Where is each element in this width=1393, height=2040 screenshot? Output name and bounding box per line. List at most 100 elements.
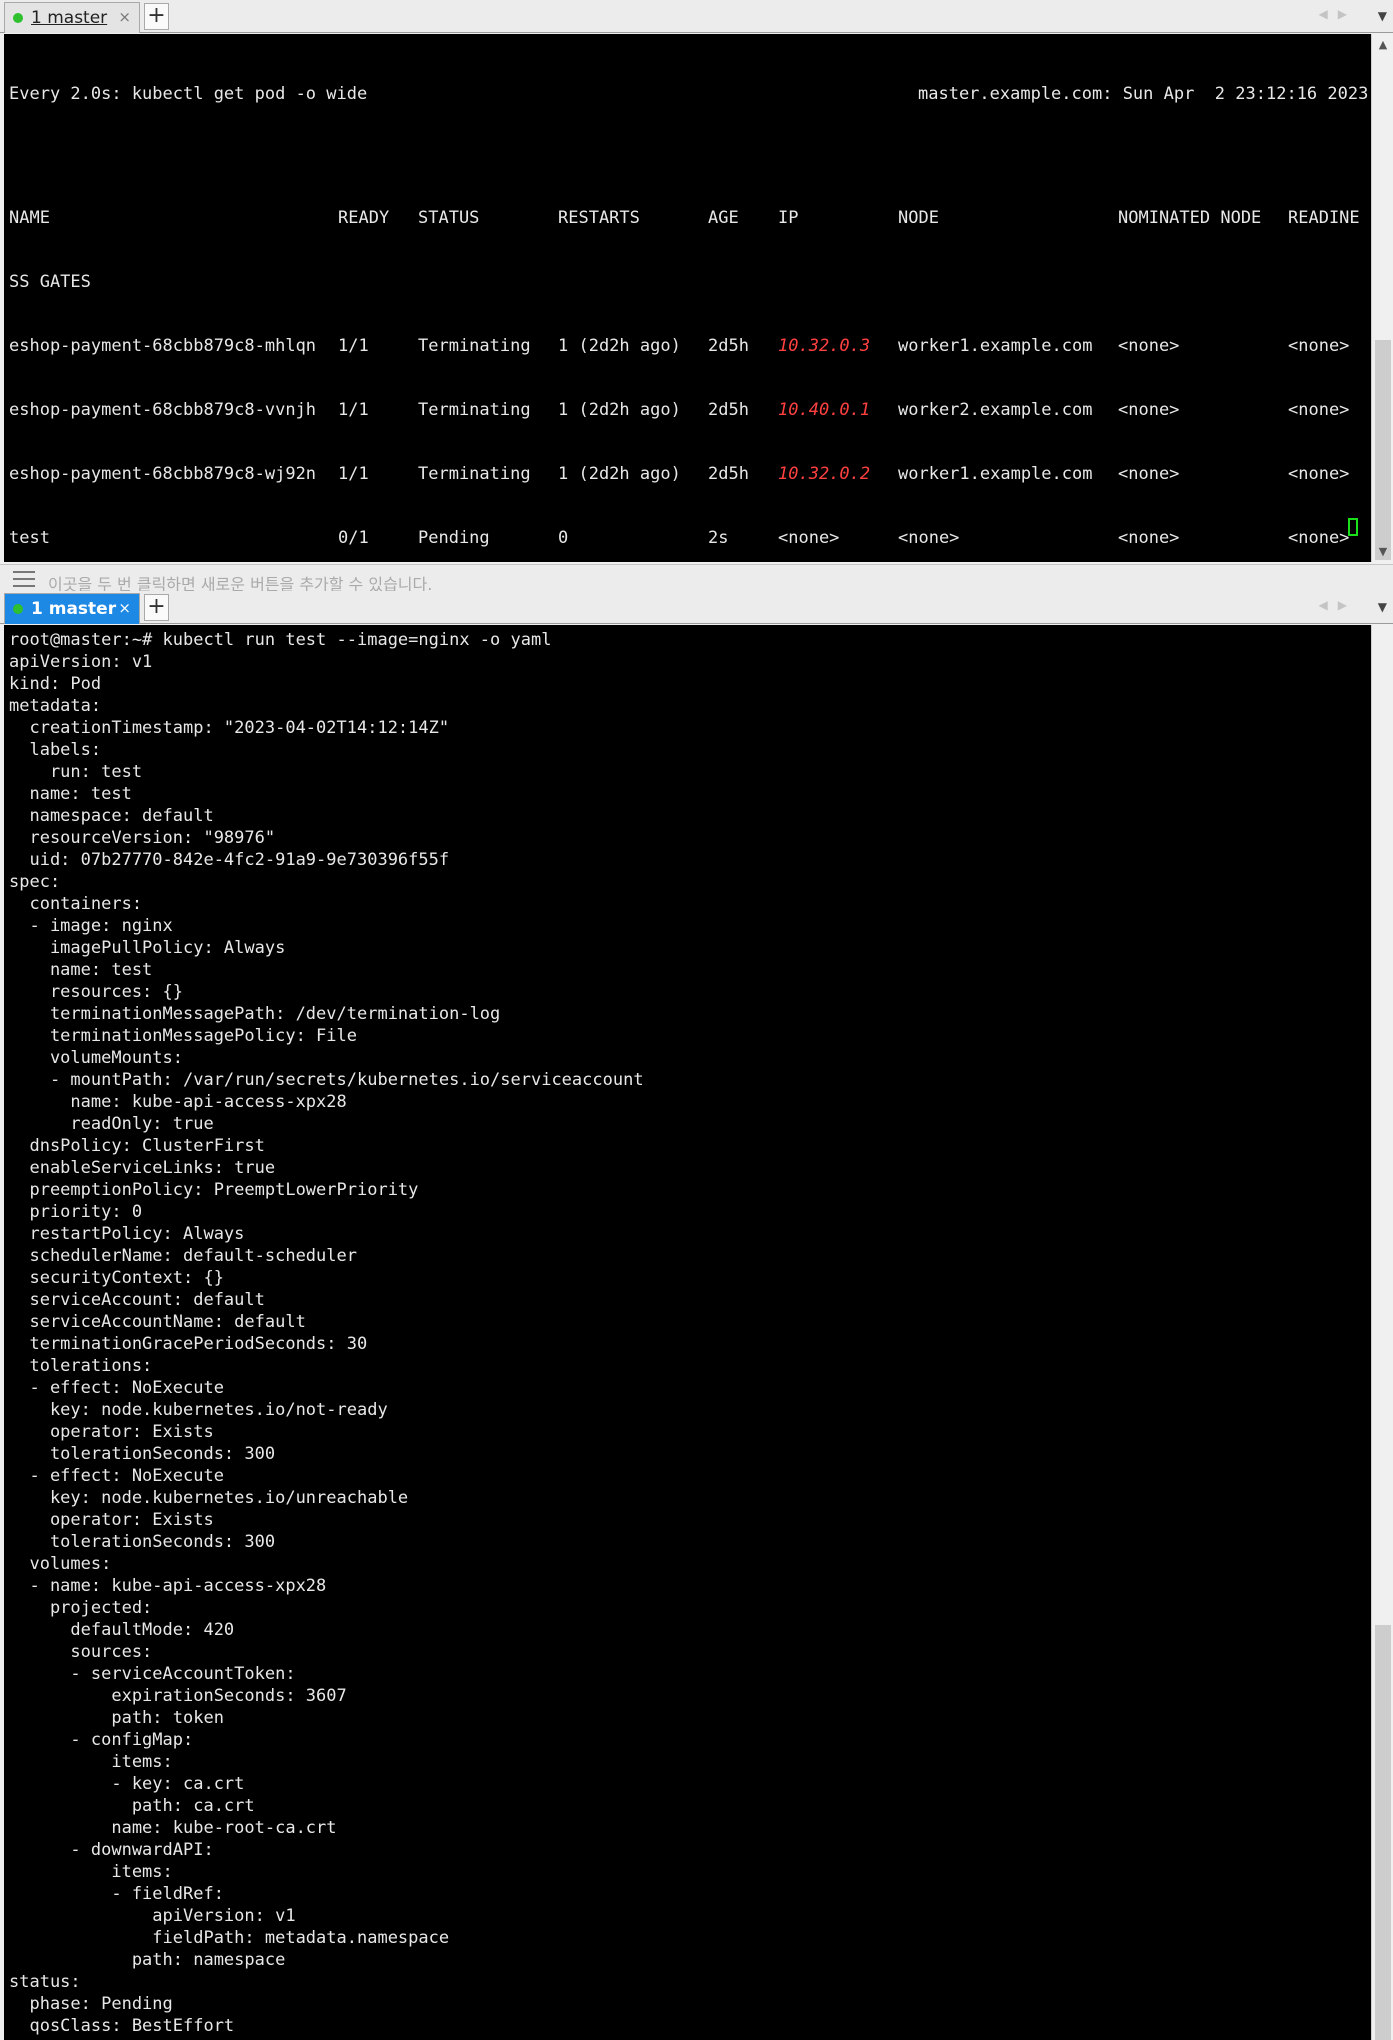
pod-name: eshop-payment-68cbb879c8-mhlqn <box>9 336 317 356</box>
scrollbar-thumb[interactable] <box>1375 340 1391 560</box>
yaml-output-line: key: node.kubernetes.io/not-ready <box>9 1400 388 1420</box>
table-row: eshop-payment-68cbb879c8-vvnjh 1/1 Termi… <box>4 399 1371 420</box>
yaml-output-line: tolerationSeconds: 300 <box>9 1444 276 1464</box>
yaml-output-line: - key: ca.crt <box>9 1774 245 1794</box>
tab-master-bottom[interactable]: 1 master × <box>4 593 140 624</box>
col-ready-header: READY <box>338 208 390 228</box>
tab-master-top[interactable]: 1 master × <box>4 2 140 33</box>
pod-ip: 10.32.0.2 <box>778 464 871 484</box>
pod-restarts: 1 (2d2h ago) <box>558 400 681 420</box>
yaml-output-line: terminationMessagePolicy: File <box>9 1026 357 1046</box>
pod-name: test <box>9 528 50 548</box>
col-restarts-header: RESTARTS <box>558 208 640 228</box>
new-tab-button[interactable]: + <box>144 594 169 621</box>
yaml-output-line: operator: Exists <box>9 1510 214 1530</box>
pod-readiness: <none> <box>1288 336 1350 356</box>
new-tab-button[interactable]: + <box>144 3 169 30</box>
chevron-down-icon[interactable]: ▼ <box>1378 600 1387 614</box>
yaml-output-line: - mountPath: /var/run/secrets/kubernetes… <box>9 1070 644 1090</box>
status-dot-icon <box>13 13 23 23</box>
yaml-output-line: name: test <box>9 960 153 980</box>
scroll-up-icon[interactable]: ▲ <box>1372 38 1393 51</box>
pod-ready: 1/1 <box>338 400 369 420</box>
yaml-output-line: restartPolicy: Always <box>9 1224 245 1244</box>
yaml-output-line: key: node.kubernetes.io/unreachable <box>9 1488 409 1508</box>
yaml-output-line: path: token <box>9 1708 224 1728</box>
chevron-down-icon[interactable]: ▼ <box>1378 9 1387 23</box>
yaml-output-line: kind: Pod <box>9 674 102 694</box>
button-toolbar[interactable]: 이곳을 두 번 클릭하면 새로운 버튼을 추가할 수 있습니다. <box>0 564 1393 591</box>
pod-status: Terminating <box>418 400 531 420</box>
yaml-output-line: tolerationSeconds: 300 <box>9 1532 276 1552</box>
yaml-output-line: labels: <box>9 740 102 760</box>
yaml-output-line: metadata: <box>9 696 102 716</box>
pod-age: 2d5h <box>708 464 749 484</box>
pod-age: 2s <box>708 528 729 548</box>
yaml-output-line: path: ca.crt <box>9 1796 255 1816</box>
table-row: eshop-payment-68cbb879c8-wj92n 1/1 Termi… <box>4 463 1371 484</box>
watch-host-time: master.example.com: Sun Apr 2 23:12:16 2… <box>918 84 1369 104</box>
pod-node: worker1.example.com <box>898 464 1093 484</box>
pod-ready: 1/1 <box>338 336 369 356</box>
yaml-output-line: path: namespace <box>9 1950 286 1970</box>
pod-ip: <none> <box>778 528 840 548</box>
yaml-output-line: tolerations: <box>9 1356 153 1376</box>
pod-name: eshop-payment-68cbb879c8-wj92n <box>9 464 317 484</box>
yaml-output-line: apiVersion: v1 <box>9 652 153 672</box>
yaml-output-line: name: test <box>9 784 132 804</box>
bottom-tab-bar: 1 master × + ◀▶ ▼ <box>0 591 1393 624</box>
scrollbar-thumb[interactable] <box>1375 1625 1391 2040</box>
pod-ip: 10.40.0.1 <box>778 400 871 420</box>
shell-scrollbar[interactable] <box>1371 625 1393 2040</box>
menu-icon[interactable] <box>13 571 35 591</box>
col-node-header: NODE <box>898 208 939 228</box>
yaml-output-line: volumeMounts: <box>9 1048 183 1068</box>
yaml-output-line: uid: 07b27770-842e-4fc2-91a9-9e730396f55… <box>9 850 450 870</box>
yaml-output-line: qosClass: BestEffort <box>9 2016 235 2036</box>
yaml-output-line: dnsPolicy: ClusterFirst <box>9 1136 265 1156</box>
pod-status: Pending <box>418 528 490 548</box>
status-dot-icon <box>13 604 23 614</box>
watch-scrollbar[interactable]: ▲ ▼ <box>1371 34 1393 562</box>
close-icon[interactable]: × <box>118 599 131 617</box>
yaml-output-line: status: <box>9 1972 81 1992</box>
terminal-cursor <box>1348 518 1358 536</box>
watch-command: Every 2.0s: kubectl get pod -o wide <box>9 84 368 104</box>
tab-scroll-arrows-icon[interactable]: ◀▶ <box>1319 598 1357 612</box>
yaml-output-line: - name: kube-api-access-xpx28 <box>9 1576 327 1596</box>
pod-nominated: <none> <box>1118 336 1180 356</box>
toolbar-hint: 이곳을 두 번 클릭하면 새로운 버튼을 추가할 수 있습니다. <box>48 575 433 591</box>
pod-restarts: 1 (2d2h ago) <box>558 336 681 356</box>
yaml-output-line: expirationSeconds: 3607 <box>9 1686 347 1706</box>
yaml-output-line: projected: <box>9 1598 153 1618</box>
yaml-output-line: serviceAccount: default <box>9 1290 265 1310</box>
yaml-output-line: - downwardAPI: <box>9 1840 214 1860</box>
yaml-output-line: namespace: default <box>9 806 214 826</box>
close-icon[interactable]: × <box>118 8 131 26</box>
yaml-output-line: operator: Exists <box>9 1422 214 1442</box>
shell-terminal[interactable]: root@master:~# kubectl run test --image=… <box>4 625 1371 2040</box>
watch-terminal[interactable]: Every 2.0s: kubectl get pod -o wide mast… <box>4 34 1371 562</box>
pod-nominated: <none> <box>1118 528 1180 548</box>
yaml-output-line: imagePullPolicy: Always <box>9 938 286 958</box>
yaml-output-line: run: test <box>9 762 143 782</box>
pod-node: <none> <box>898 528 960 548</box>
yaml-output-line: resources: {} <box>9 982 183 1002</box>
yaml-output-line: securityContext: {} <box>9 1268 224 1288</box>
table-row: test 0/1 Pending 0 2s <none> <none> <non… <box>4 527 1371 548</box>
tab-scroll-arrows-icon[interactable]: ◀▶ <box>1319 7 1357 21</box>
scroll-down-icon[interactable]: ▼ <box>1372 545 1393 558</box>
top-tab-bar: 1 master × + ◀▶ ▼ <box>0 0 1393 33</box>
yaml-output-line: priority: 0 <box>9 1202 143 1222</box>
pod-restarts: 1 (2d2h ago) <box>558 464 681 484</box>
yaml-output-line: serviceAccountName: default <box>9 1312 306 1332</box>
yaml-output-line: defaultMode: 420 <box>9 1620 235 1640</box>
yaml-output-line: preemptionPolicy: PreemptLowerPriority <box>9 1180 419 1200</box>
col-nominated-header: NOMINATED NODE <box>1118 208 1262 228</box>
col-age-header: AGE <box>708 208 739 228</box>
yaml-output-line: volumes: <box>9 1554 112 1574</box>
table-header-row: NAME READY STATUS RESTARTS AGE IP NODE N… <box>4 207 1371 228</box>
yaml-output-line: readOnly: true <box>9 1114 214 1134</box>
yaml-output-line: name: kube-root-ca.crt <box>9 1818 337 1838</box>
yaml-output-line: apiVersion: v1 <box>9 1906 296 1926</box>
